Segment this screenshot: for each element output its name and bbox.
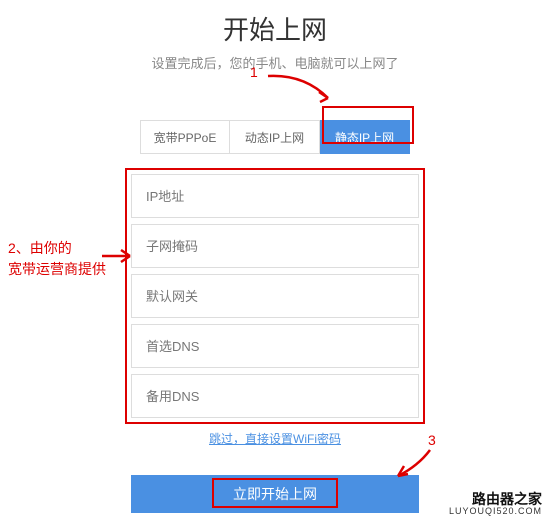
watermark: 路由器之家 LUYOUQI520.COM [449,492,542,517]
input-row-dns2 [131,374,419,418]
watermark-main: 路由器之家 [449,492,542,507]
tab-pppoe[interactable]: 宽带PPPoE [140,120,230,154]
static-ip-form [131,174,419,418]
skip-wifi-link[interactable]: 跳过，直接设置WiFi密码 [0,430,550,447]
submit-button-label: 立即开始上网 [233,486,317,502]
primary-dns-field[interactable] [146,339,404,354]
input-row-dns1 [131,324,419,368]
secondary-dns-field[interactable] [146,389,404,404]
connection-type-tabs: 宽带PPPoE 动态IP上网 静态IP上网 [0,120,550,154]
input-row-mask [131,224,419,268]
ip-address-field[interactable] [146,189,404,204]
tab-static-ip[interactable]: 静态IP上网 [320,120,410,154]
watermark-sub: LUYOUQI520.COM [449,507,542,517]
tab-dynamic-ip[interactable]: 动态IP上网 [230,120,320,154]
input-row-gateway [131,274,419,318]
page-subtitle: 设置完成后，您的手机、电脑就可以上网了 [0,53,550,72]
default-gateway-field[interactable] [146,289,404,304]
page-title: 开始上网 [0,10,550,47]
subnet-mask-field[interactable] [146,239,404,254]
input-row-ip [131,174,419,218]
start-browsing-button[interactable]: 立即开始上网 [131,475,419,513]
